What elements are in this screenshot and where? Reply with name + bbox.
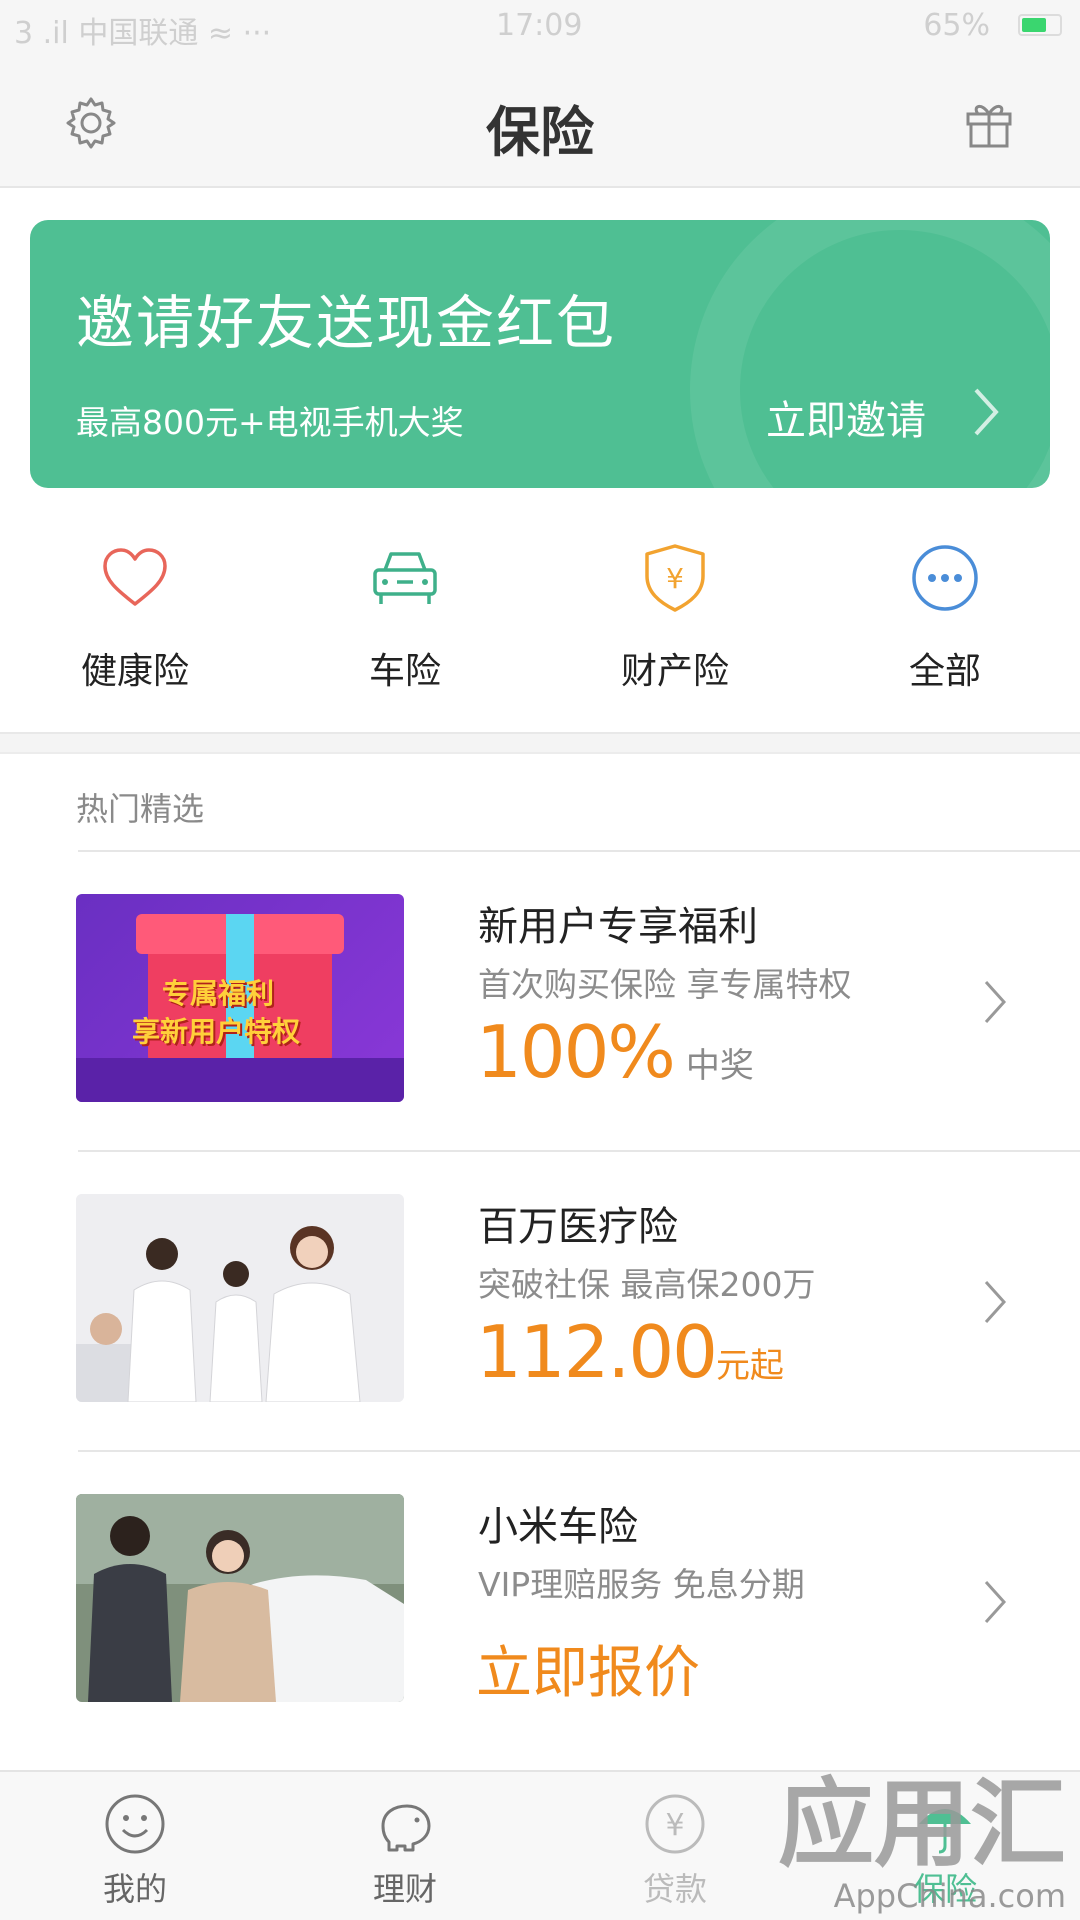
banner-title: 邀请好友送现金红包	[76, 289, 617, 357]
piggy-bank-icon	[381, 1804, 431, 1852]
product-subtitle: VIP理赔服务 免息分期	[478, 1565, 805, 1604]
quote-now-button[interactable]: 立即报价	[476, 1628, 700, 1709]
price-suffix: 中奖	[685, 1046, 754, 1086]
tab-label: 我的	[102, 1870, 167, 1908]
svg-text:¥: ¥	[666, 562, 684, 595]
category-label: 财产险	[620, 651, 729, 692]
product-subtitle: 首次购买保险 享专属特权	[478, 965, 852, 1004]
chevron-right-icon	[984, 1280, 1007, 1324]
chevron-right-icon	[974, 388, 999, 436]
smile-icon	[105, 1794, 165, 1854]
product-price: 112.00元起	[476, 1310, 784, 1394]
divider	[78, 1450, 1080, 1452]
gift-icon[interactable]	[960, 94, 1018, 152]
carrier-signal: 3 .il 中国联通 ≈ ···	[14, 16, 272, 51]
tab-label: 理财	[372, 1870, 437, 1908]
product-image: 专属福利 享新用户特权	[76, 894, 404, 1102]
category-health[interactable]: 健康险	[0, 540, 270, 720]
product-title: 小米车险	[478, 1504, 638, 1550]
appchina-watermark: 应用汇 AppChina.com	[778, 1746, 1066, 1915]
product-item-new-user[interactable]: 专属福利 享新用户特权 新用户专享福利 首次购买保险 享专属特权 100% 中奖	[0, 850, 1080, 1150]
heart-icon	[103, 548, 167, 606]
category-car[interactable]: 车险	[270, 540, 540, 720]
status-bar: 3 .il 中国联通 ≈ ··· 17:09 65%	[0, 0, 1080, 56]
divider	[78, 1150, 1080, 1152]
price-number: 112.00	[476, 1310, 718, 1394]
product-item-medical[interactable]: 百万医疗险 突破社保 最高保200万 112.00元起	[0, 1150, 1080, 1450]
battery-percent: 65%	[923, 8, 990, 43]
car-icon	[373, 552, 437, 604]
tab-finance[interactable]: 理财	[270, 1792, 540, 1910]
category-label: 健康险	[80, 651, 189, 692]
invite-banner[interactable]: 邀请好友送现金红包 最高800元+电视手机大奖 立即邀请	[30, 220, 1050, 488]
yen-icon: ¥	[645, 1794, 705, 1854]
status-time: 17:09	[496, 8, 583, 43]
category-label: 车险	[368, 651, 441, 692]
category-property[interactable]: ¥ 财产险	[540, 540, 810, 720]
page-title: 保险	[486, 101, 594, 164]
divider	[78, 850, 1080, 852]
section-divider	[0, 732, 1080, 754]
category-label: 全部	[908, 651, 981, 692]
product-price: 100% 中奖	[476, 1010, 754, 1094]
product-item-car-insurance[interactable]: 小米车险 VIP理赔服务 免息分期 立即报价	[0, 1450, 1080, 1750]
banner-decoration	[690, 220, 1050, 488]
watermark-logo-text: 应用汇	[778, 1768, 1066, 1880]
section-title: 热门精选	[76, 790, 205, 828]
thumb-text: 专属福利	[162, 977, 275, 1010]
product-image	[76, 1194, 404, 1402]
category-grid: 健康险 车险 ¥ 财产险 全部	[0, 540, 1080, 720]
product-image	[76, 1494, 404, 1702]
price-suffix: 元起	[715, 1346, 784, 1386]
shield-yen-icon: ¥	[645, 544, 705, 612]
banner-subtitle: 最高800元+电视手机大奖	[76, 403, 464, 442]
product-subtitle: 突破社保 最高保200万	[478, 1265, 816, 1304]
tab-loan[interactable]: ¥ 贷款	[540, 1792, 810, 1910]
price-number: 100%	[476, 1010, 676, 1094]
battery-icon	[1018, 14, 1062, 36]
product-title: 百万医疗险	[478, 1204, 678, 1250]
chevron-right-icon	[984, 1580, 1007, 1624]
tab-mine[interactable]: 我的	[0, 1792, 270, 1910]
product-title: 新用户专享福利	[478, 904, 758, 950]
invite-now-button[interactable]: 立即邀请	[766, 388, 926, 446]
top-header: 保险	[0, 56, 1080, 188]
chevron-right-icon	[984, 980, 1007, 1024]
svg-text:¥: ¥	[665, 1808, 684, 1843]
category-all[interactable]: 全部	[810, 540, 1080, 720]
tab-label: 贷款	[642, 1870, 707, 1908]
more-icon	[912, 545, 978, 611]
thumb-text: 享新用户特权	[132, 1015, 301, 1048]
